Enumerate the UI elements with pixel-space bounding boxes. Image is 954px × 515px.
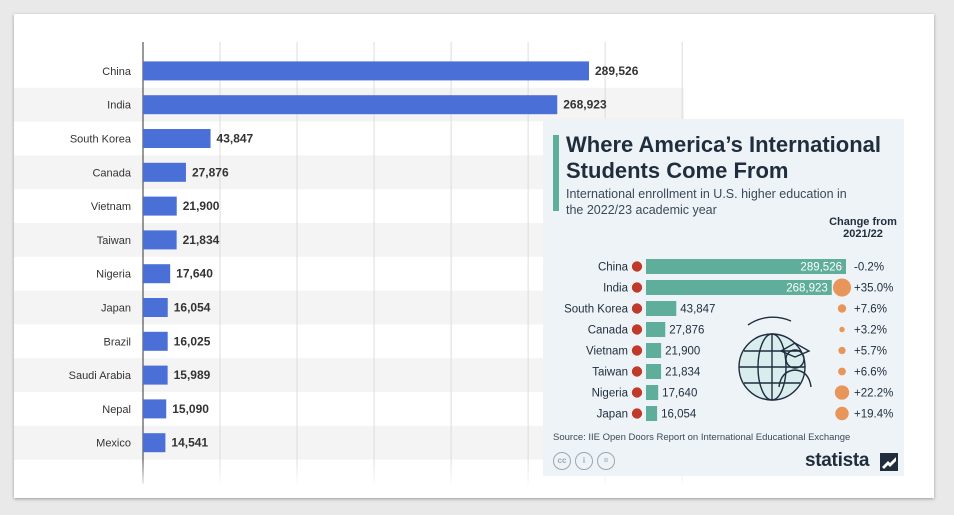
value-label-saudi-arabia: 15,989: [174, 368, 211, 382]
change-bubble-nigeria: [834, 385, 850, 400]
value-label-canada: 27,876: [192, 165, 229, 179]
card-value-south-korea: 43,847: [680, 304, 715, 316]
card-bar-south-korea[interactable]: [646, 301, 677, 316]
chart-frame: China 289,526 India 268,923 South Korea 43,84…: [14, 14, 934, 498]
value-label-south-korea: 43,847: [217, 132, 254, 146]
bar-china[interactable]: [143, 61, 589, 81]
change-label-taiwan: +6.6%: [854, 367, 887, 379]
category-label-canada: Canada: [92, 167, 131, 179]
bar-brazil[interactable]: [143, 331, 168, 351]
change-bubble-vietnam: [838, 346, 846, 355]
value-label-mexico: 14,541: [171, 436, 208, 450]
country-label-nigeria: Nigeria: [592, 388, 629, 400]
change-label-india: +35.0%: [854, 283, 893, 295]
category-label-nigeria: Nigeria: [96, 269, 132, 281]
source-note: Source: IIE Open Doors Report on Interna…: [553, 432, 851, 443]
category-label-saudi-arabia: Saudi Arabia: [69, 370, 132, 382]
bar-vietnam[interactable]: [143, 196, 177, 216]
change-label-china: -0.2%: [854, 262, 884, 274]
bar-nepal[interactable]: [143, 399, 167, 419]
value-label-nigeria: 17,640: [176, 267, 213, 281]
country-label-taiwan: Taiwan: [592, 367, 628, 379]
change-label-nigeria: +22.2%: [854, 388, 893, 400]
flag-india-icon: [631, 281, 643, 294]
infographic-card: Where America’s International Students C…: [543, 119, 904, 476]
flag-south-korea-icon: [631, 302, 643, 315]
category-label-south-korea: South Korea: [70, 134, 132, 146]
card-bar-vietnam[interactable]: [646, 343, 662, 358]
bar-south-korea[interactable]: [143, 129, 211, 148]
card-value-india: 268,923: [786, 283, 828, 295]
card-value-nigeria: 17,640: [662, 388, 697, 400]
country-label-japan: Japan: [597, 409, 628, 421]
country-label-india: India: [603, 283, 629, 295]
category-label-vietnam: Vietnam: [91, 201, 131, 213]
change-label-vietnam: +5.7%: [854, 346, 887, 358]
card-bar-canada[interactable]: [646, 322, 666, 337]
country-label-china: China: [598, 262, 629, 274]
country-label-vietnam: Vietnam: [586, 346, 628, 358]
value-label-japan: 16,054: [174, 301, 211, 315]
cc-icon[interactable]: cc: [553, 452, 571, 470]
infographic-bar-chart: China 289,526 -0.2% India 268,923 +35.0% South…: [564, 259, 893, 421]
flag-canada-icon: [631, 323, 643, 336]
attribution-icon[interactable]: i: [575, 452, 593, 470]
change-bubble-canada: [839, 326, 845, 333]
statista-logo-icon[interactable]: [880, 453, 898, 471]
card-value-canada: 27,876: [669, 325, 704, 337]
card-bar-nigeria[interactable]: [646, 385, 659, 400]
change-bubble-india: [833, 278, 851, 297]
card-value-japan: 16,054: [661, 409, 697, 421]
card-bar-taiwan[interactable]: [646, 364, 662, 379]
change-label-south-korea: +7.6%: [854, 304, 887, 316]
flag-nigeria-icon: [631, 386, 643, 399]
change-bubble-taiwan: [838, 367, 846, 376]
flag-japan-icon: [631, 407, 643, 420]
flag-vietnam-icon: [631, 344, 643, 357]
bar-japan[interactable]: [143, 298, 168, 317]
country-label-canada: Canada: [588, 325, 629, 337]
value-label-brazil: 16,025: [174, 334, 211, 348]
no-derivatives-icon[interactable]: =: [597, 452, 615, 470]
change-bubble-japan: [835, 406, 849, 421]
value-label-india: 268,923: [563, 98, 607, 112]
category-label-japan: Japan: [101, 303, 131, 315]
card-value-china: 289,526: [800, 262, 842, 274]
bar-saudi-arabia[interactable]: [143, 365, 168, 385]
license-icons: cc i =: [553, 452, 615, 472]
category-label-taiwan: Taiwan: [97, 235, 131, 247]
category-label-china: China: [102, 66, 132, 78]
bar-india[interactable]: [143, 95, 558, 115]
change-bubble-south-korea: [837, 304, 847, 313]
card-value-vietnam: 21,900: [665, 346, 700, 358]
bar-canada[interactable]: [143, 162, 186, 182]
category-label-india: India: [107, 100, 132, 112]
change-label-japan: +19.4%: [854, 409, 893, 421]
statista-brand[interactable]: statista: [805, 450, 869, 472]
card-value-taiwan: 21,834: [665, 367, 701, 379]
category-label-nepal: Nepal: [102, 404, 131, 416]
category-label-mexico: Mexico: [96, 438, 131, 450]
value-label-nepal: 15,090: [172, 402, 209, 416]
change-label-canada: +3.2%: [854, 325, 887, 337]
value-label-china: 289,526: [595, 64, 639, 78]
value-label-taiwan: 21,834: [183, 233, 220, 247]
orbit-arc: [747, 316, 792, 326]
bar-nigeria[interactable]: [143, 264, 171, 284]
card-bar-japan[interactable]: [646, 406, 658, 421]
bar-mexico[interactable]: [143, 433, 166, 453]
bar-taiwan[interactable]: [143, 230, 177, 250]
flag-china-icon: [631, 260, 643, 273]
country-label-south-korea: South Korea: [564, 304, 629, 316]
category-label-brazil: Brazil: [103, 336, 131, 348]
globe-graduate-icon: [738, 316, 812, 401]
value-label-vietnam: 21,900: [183, 199, 220, 213]
flag-taiwan-icon: [631, 365, 643, 378]
change-bubble-china: [841, 265, 843, 268]
